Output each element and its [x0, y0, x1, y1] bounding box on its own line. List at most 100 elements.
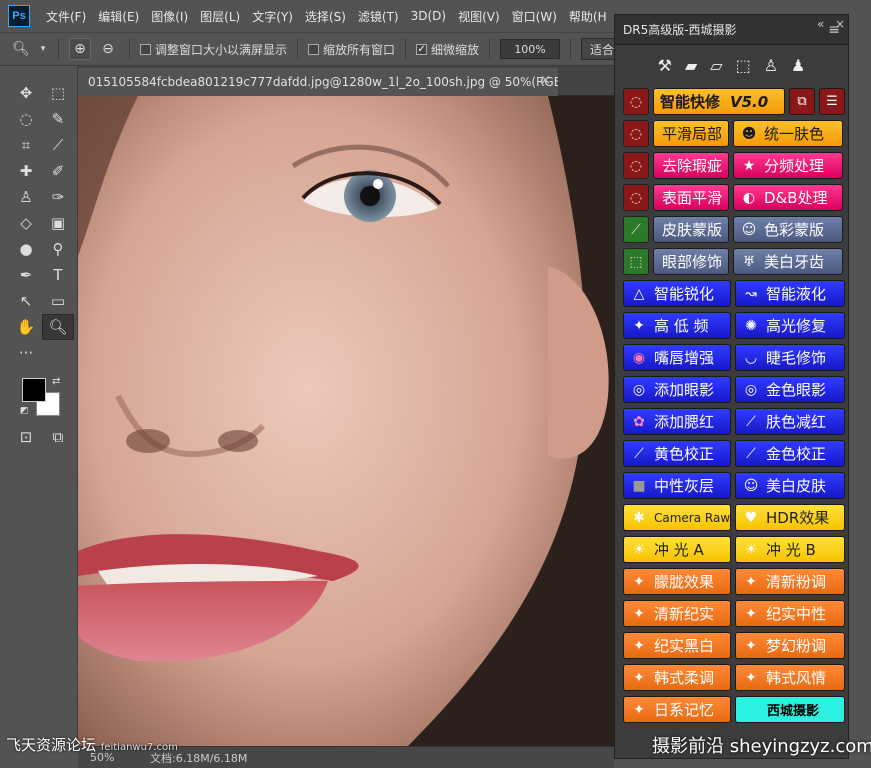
highlight-repair-button[interactable]: ✺ 高光修复	[735, 312, 845, 339]
crop-tool-icon[interactable]: ⌗	[10, 132, 42, 158]
menu-type[interactable]: 文字(Y)	[246, 8, 299, 25]
lasso-icon[interactable]: ◌	[623, 88, 649, 115]
collapse-icon[interactable]: «	[817, 17, 824, 31]
select-icon[interactable]: ⬚	[736, 56, 751, 75]
unify-skin-button[interactable]: ☻ 统一肤色	[733, 120, 843, 147]
fresh-pink-button[interactable]: ✦ 清新粉调	[735, 568, 845, 595]
healing-brush-tool-icon[interactable]: ✚	[10, 158, 42, 184]
path-select-tool-icon[interactable]: ↖	[10, 288, 42, 314]
gold-eyeshadow-button[interactable]: ◎ 金色眼影	[735, 376, 845, 403]
clone-stamp-tool-icon[interactable]: ♙	[10, 184, 42, 210]
lasso-tool-icon[interactable]: ◌	[10, 106, 42, 132]
type-tool-icon[interactable]: T	[42, 262, 74, 288]
surface-smooth-button[interactable]: 表面平滑	[653, 184, 729, 211]
reduce-red-button[interactable]: ⟋ 肤色减红	[735, 408, 845, 435]
bandage-icon[interactable]: ▰	[685, 56, 697, 75]
flash-a-button[interactable]: ☀ 冲 光 A	[623, 536, 731, 563]
menu-help[interactable]: 帮助(H	[563, 8, 613, 25]
scrubby-zoom-checkbox[interactable]: ✓ 细微缩放	[416, 41, 479, 58]
lash-retouch-button[interactable]: ◡ 睫毛修饰	[735, 344, 845, 371]
remove-blemish-button[interactable]: 去除瑕疵	[653, 152, 729, 179]
hazy-effect-button[interactable]: ✦ 朦胧效果	[623, 568, 731, 595]
zoom-out-icon[interactable]: ⊖	[97, 38, 119, 60]
menu-3d[interactable]: 3D(D)	[405, 9, 452, 23]
eyedropper-tool-icon[interactable]: ⟋	[42, 132, 74, 158]
dodge-tool-icon[interactable]: ⚲	[42, 236, 74, 262]
neutral-gray-button[interactable]: ■ 中性灰层	[623, 472, 731, 499]
zoom-in-icon[interactable]: ⊕	[69, 38, 91, 60]
eyedropper-icon[interactable]: ⟋	[623, 216, 649, 243]
xicheng-logo-button[interactable]: 西城摄影	[735, 696, 845, 723]
whiten-skin-button[interactable]: ☺ 美白皮肤	[735, 472, 845, 499]
zoom-tool-active-icon[interactable]: 🔍︎	[42, 314, 74, 340]
frequency-split-button[interactable]: ★ 分频处理	[733, 152, 843, 179]
add-eyeshadow-button[interactable]: ◎ 添加眼影	[623, 376, 731, 403]
eye-retouch-button[interactable]: 眼部修饰	[653, 248, 729, 275]
add-blush-button[interactable]: ✿ 添加腮红	[623, 408, 731, 435]
menu-image[interactable]: 图像(I)	[145, 8, 194, 25]
move-tool-icon[interactable]: ✥	[10, 80, 42, 106]
japanese-memory-button[interactable]: ✦ 日系记忆	[623, 696, 731, 723]
menu-edit[interactable]: 编辑(E)	[92, 8, 145, 25]
lasso-icon[interactable]: ◌	[623, 152, 649, 179]
lasso-icon[interactable]: ◌	[623, 120, 649, 147]
lasso-icon[interactable]: ◌	[623, 184, 649, 211]
smart-sharpen-button[interactable]: △ 智能锐化	[623, 280, 731, 307]
yellow-correct-button[interactable]: ⟋ 黄色校正	[623, 440, 731, 467]
more-tools-icon[interactable]: ···	[10, 340, 42, 366]
whiten-teeth-button[interactable]: ♅ 美白牙齿	[733, 248, 843, 275]
selection-icon[interactable]: ⬚	[623, 248, 649, 275]
documentary-bw-button[interactable]: ✦ 纪实黑白	[623, 632, 731, 659]
lip-enhance-button[interactable]: ◉ 嘴唇增强	[623, 344, 731, 371]
smart-fix-button[interactable]: 智能快修 V5.0	[653, 88, 785, 115]
screen-mode-icon[interactable]: ⧉	[42, 424, 74, 450]
zoom-value-field[interactable]: 100%	[500, 39, 561, 59]
skin-mask-button[interactable]: 皮肤蒙版	[653, 216, 729, 243]
pen-tool-icon[interactable]: ✒	[10, 262, 42, 288]
menu-filter[interactable]: 滤镜(T)	[352, 8, 405, 25]
layers-icon[interactable]: ⧉	[789, 88, 815, 115]
menu-select[interactable]: 选择(S)	[299, 8, 352, 25]
gold-correct-button[interactable]: ⟋ 金色校正	[735, 440, 845, 467]
fit-window-checkbox[interactable]: 调整窗口大小以满屏显示	[140, 41, 287, 58]
brush-tool-icon[interactable]: ✐	[42, 158, 74, 184]
document-canvas[interactable]	[78, 96, 614, 746]
close-icon[interactable]: ×	[540, 73, 551, 88]
history-brush-tool-icon[interactable]: ✑	[42, 184, 74, 210]
chevron-down-icon[interactable]: ▾	[38, 38, 48, 60]
smooth-local-button[interactable]: 平滑局部	[653, 120, 729, 147]
eraser-tool-icon[interactable]: ◇	[10, 210, 42, 236]
db-process-button[interactable]: ◐ D&B处理	[733, 184, 843, 211]
quick-mask-icon[interactable]: ⊡	[10, 424, 42, 450]
color-mask-button[interactable]: ☺ 色彩蒙版	[733, 216, 843, 243]
stamp-icon[interactable]: ♙	[764, 56, 778, 75]
document-tab[interactable]: 015105584fcbdea801219c777dafdd.jpg@1280w…	[78, 68, 558, 96]
menu-file[interactable]: 文件(F)	[40, 8, 92, 25]
menu-view[interactable]: 视图(V)	[452, 8, 506, 25]
close-panel-icon[interactable]: ×	[835, 17, 845, 31]
zoom-tool-icon[interactable]: 🔍︎	[10, 38, 32, 60]
foreground-color-swatch[interactable]	[22, 378, 46, 402]
checkbox-box[interactable]	[308, 43, 320, 55]
documentary-neutral-button[interactable]: ✦ 纪实中性	[735, 600, 845, 627]
dreamy-pink-button[interactable]: ✦ 梦幻粉调	[735, 632, 845, 659]
high-low-freq-button[interactable]: ✦ 高 低 频	[623, 312, 731, 339]
gradient-tool-icon[interactable]: ▣	[42, 210, 74, 236]
default-colors-icon[interactable]: ◩	[20, 406, 29, 416]
korean-style-button[interactable]: ✦ 韩式风情	[735, 664, 845, 691]
hdr-effect-button[interactable]: ♥ HDR效果	[735, 504, 845, 531]
marquee-tool-icon[interactable]: ⬚	[42, 80, 74, 106]
sliders-icon[interactable]: ☰	[819, 88, 845, 115]
camera-raw-button[interactable]: ✱ Camera Raw	[623, 504, 731, 531]
hand-tool-icon[interactable]: ✋	[10, 314, 42, 340]
quick-select-tool-icon[interactable]: ✎	[42, 106, 74, 132]
flash-b-button[interactable]: ☀ 冲 光 B	[735, 536, 845, 563]
checkbox-checked[interactable]: ✓	[416, 43, 428, 55]
smart-liquify-button[interactable]: ↝ 智能液化	[735, 280, 845, 307]
fresh-documentary-button[interactable]: ✦ 清新纪实	[623, 600, 731, 627]
brush-icon[interactable]: ⚒	[658, 56, 672, 75]
menu-window[interactable]: 窗口(W)	[506, 8, 563, 25]
korean-soft-button[interactable]: ✦ 韩式柔调	[623, 664, 731, 691]
rectangle-tool-icon[interactable]: ▭	[42, 288, 74, 314]
checkbox-box[interactable]	[140, 43, 151, 55]
